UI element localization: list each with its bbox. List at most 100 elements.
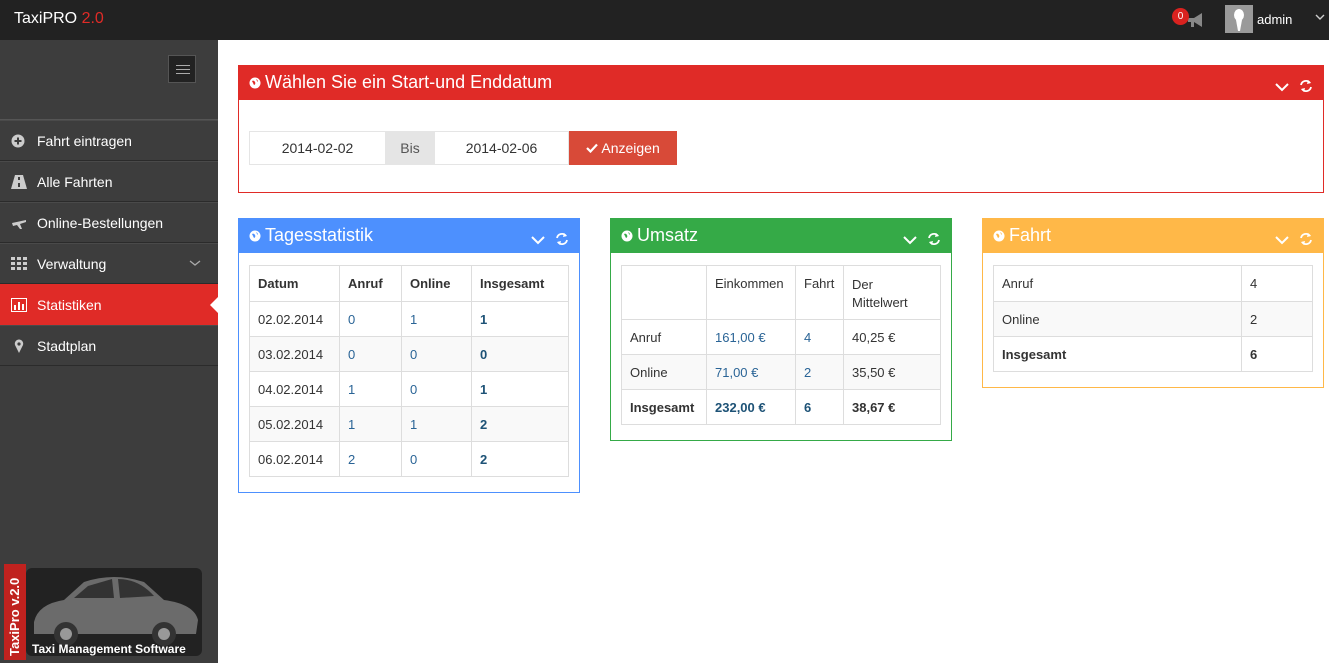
refresh-icon[interactable] xyxy=(555,232,569,246)
plane-icon xyxy=(12,220,26,229)
cell-total-link[interactable]: 0 xyxy=(471,336,569,372)
panel-title: Wählen Sie ein Start-und Enddatum xyxy=(265,72,553,92)
logo-side-text: TaxiPro v.2.0 xyxy=(7,578,22,656)
cell-online-link[interactable]: 1 xyxy=(401,301,472,337)
cell-date: 03.02.2014 xyxy=(249,336,340,372)
refresh-icon[interactable] xyxy=(1299,232,1313,246)
collapse-chevron-icon[interactable] xyxy=(902,234,918,246)
map-marker-icon xyxy=(14,339,24,353)
sidebar-item-statistiken[interactable]: Statistiken xyxy=(0,284,218,325)
row-label: Online xyxy=(993,301,1242,337)
table-row: Online 71,00 € 2 35,50 € xyxy=(621,354,941,390)
table-row: Insgesamt 232,00 € 6 38,67 € xyxy=(621,389,941,425)
taxi-pro-logo: TaxiPro v.2.0 Taxi Management Software xyxy=(4,564,204,660)
table-header-row: Datum Anruf Online Insgesamt xyxy=(249,265,569,302)
start-date-input[interactable]: 2014-02-02 xyxy=(249,131,386,165)
notifications-button[interactable]: 0 xyxy=(1172,8,1212,32)
cell-total-link[interactable]: 1 xyxy=(471,371,569,407)
cell-average: 38,67 € xyxy=(843,389,941,425)
user-menu[interactable]: admin xyxy=(1225,5,1325,35)
sidebar-item-label: Stadtplan xyxy=(37,338,97,354)
megaphone-icon xyxy=(1188,13,1202,27)
panel-controls xyxy=(1274,230,1313,251)
cell-trips-link[interactable]: 2 xyxy=(795,354,844,390)
row-label: Insgesamt xyxy=(621,389,707,425)
sidebar-item-verwaltung[interactable]: Verwaltung xyxy=(0,243,218,284)
road-icon xyxy=(11,175,27,189)
column-header: Einkommen xyxy=(706,265,796,320)
table-row: 05.02.2014 1 1 2 xyxy=(249,406,569,442)
end-date-input[interactable]: 2014-02-06 xyxy=(434,131,569,165)
cell-anruf-link[interactable]: 1 xyxy=(339,371,402,407)
table-row: 04.02.2014 1 0 1 xyxy=(249,371,569,407)
panel-controls xyxy=(530,230,569,251)
cell-income-link[interactable]: 71,00 € xyxy=(706,354,796,390)
table-row: 02.02.2014 0 1 1 xyxy=(249,301,569,337)
cell-trips-link[interactable]: 6 xyxy=(795,389,844,425)
cell-anruf-link[interactable]: 0 xyxy=(339,336,402,372)
collapse-chevron-icon[interactable] xyxy=(1274,234,1290,246)
sidebar-item-label: Online-Bestellungen xyxy=(37,215,164,231)
column-header-line: Der xyxy=(852,277,873,292)
app-name: TaxiPRO xyxy=(14,10,78,27)
sidebar-nav: Fahrt eintragen Alle Fahrten Online-Best… xyxy=(0,119,218,366)
globe-icon xyxy=(621,230,633,242)
chevron-down-icon xyxy=(1315,14,1325,20)
column-header: Insgesamt xyxy=(471,265,569,302)
cell-income-link[interactable]: 161,00 € xyxy=(706,319,796,355)
sidebar-item-stadtplan[interactable]: Stadtplan xyxy=(0,325,218,366)
collapse-chevron-icon[interactable] xyxy=(1274,81,1290,93)
show-button-label: Anzeigen xyxy=(601,140,660,156)
car-logo-icon: TaxiPro v.2.0 Taxi Management Software xyxy=(4,564,202,660)
column-header: Anruf xyxy=(339,265,402,302)
refresh-icon[interactable] xyxy=(1299,79,1313,93)
app-brand[interactable]: TaxiPRO 2.0 xyxy=(14,10,104,28)
globe-icon xyxy=(249,77,261,89)
cell-anruf-link[interactable]: 1 xyxy=(339,406,402,442)
panel-header: Fahrt xyxy=(983,219,1323,253)
sidebar-toggle-button[interactable] xyxy=(168,55,196,83)
cell-date: 06.02.2014 xyxy=(249,441,340,477)
cell-anruf-link[interactable]: 0 xyxy=(339,301,402,337)
row-label: Anruf xyxy=(621,319,707,355)
user-name: admin xyxy=(1257,12,1293,27)
cell-online-link[interactable]: 1 xyxy=(401,406,472,442)
grid-icon xyxy=(11,257,27,270)
cell-date: 04.02.2014 xyxy=(249,371,340,407)
table-row: Online 2 xyxy=(993,301,1313,337)
cell-income-link[interactable]: 232,00 € xyxy=(706,389,796,425)
sidebar-item-label: Verwaltung xyxy=(37,256,107,272)
cell-value: 2 xyxy=(1241,301,1313,337)
cell-total-link[interactable]: 2 xyxy=(471,441,569,477)
row-label: Anruf xyxy=(993,265,1242,302)
collapse-chevron-icon[interactable] xyxy=(530,234,546,246)
cell-date: 02.02.2014 xyxy=(249,301,340,337)
sidebar-item-label: Fahrt eintragen xyxy=(37,133,132,149)
cell-value: 4 xyxy=(1241,265,1313,302)
sidebar-item-label: Alle Fahrten xyxy=(37,174,113,190)
cell-total-link[interactable]: 1 xyxy=(471,301,569,337)
table-row: Anruf 161,00 € 4 40,25 € xyxy=(621,319,941,355)
top-navbar: TaxiPRO 2.0 0 admin xyxy=(0,0,1329,40)
row-label: Insgesamt xyxy=(993,336,1242,372)
sidebar-item-alle-fahrten[interactable]: Alle Fahrten xyxy=(0,161,218,202)
show-button[interactable]: Anzeigen xyxy=(569,131,677,165)
cell-online-link[interactable]: 0 xyxy=(401,441,472,477)
sidebar-item-label: Statistiken xyxy=(37,297,102,313)
table-row: Anruf 4 xyxy=(993,265,1313,302)
sidebar-item-fahrt-eintragen[interactable]: Fahrt eintragen xyxy=(0,120,218,161)
panel-controls xyxy=(1274,77,1313,98)
refresh-icon[interactable] xyxy=(927,232,941,246)
sidebar-item-online-bestellungen[interactable]: Online-Bestellungen xyxy=(0,202,218,243)
column-header-line: Mittelwert xyxy=(852,295,908,310)
cell-online-link[interactable]: 0 xyxy=(401,371,472,407)
revenue-panel: Umsatz Einkommen Fahrt Der Mittelwert Anr… xyxy=(610,218,952,441)
cell-anruf-link[interactable]: 2 xyxy=(339,441,402,477)
cell-online-link[interactable]: 0 xyxy=(401,336,472,372)
panel-header: Tagesstatistik xyxy=(239,219,579,253)
cell-total-link[interactable]: 2 xyxy=(471,406,569,442)
cell-value: 6 xyxy=(1241,336,1313,372)
cell-trips-link[interactable]: 4 xyxy=(795,319,844,355)
panel-header: Wählen Sie ein Start-und Enddatum xyxy=(239,66,1323,100)
cell-average: 40,25 € xyxy=(843,319,941,355)
